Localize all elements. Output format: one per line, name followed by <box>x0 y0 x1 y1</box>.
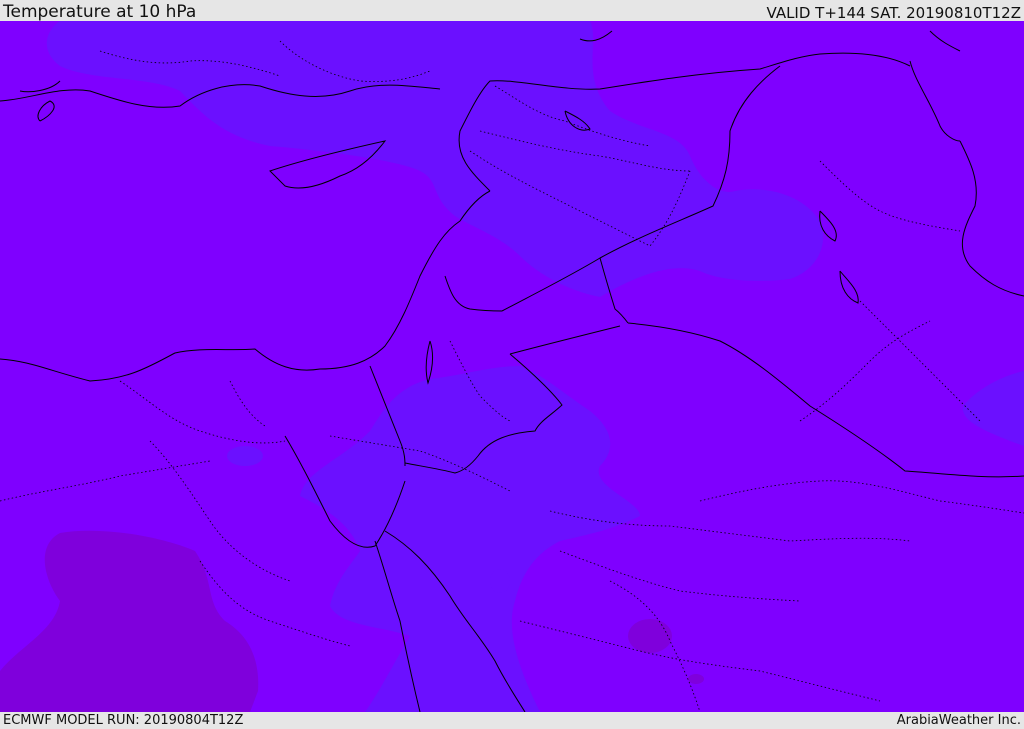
model-run: ECMWF MODEL RUN: 20190804T12Z <box>3 713 244 728</box>
field-warm-spot <box>628 619 672 653</box>
map-area[interactable] <box>0 21 1024 712</box>
field-cool-spot-red <box>490 569 510 593</box>
field-cool-spot-sinai <box>227 446 263 466</box>
credit: ArabiaWeather Inc. <box>896 713 1021 728</box>
field-warm-spot-small <box>688 674 704 684</box>
map-title: Temperature at 10 hPa <box>3 2 197 22</box>
header-bar: Temperature at 10 hPa VALID T+144 SAT. 2… <box>0 0 1024 21</box>
valid-time: VALID T+144 SAT. 20190810T12Z <box>766 4 1021 22</box>
footer-bar: ECMWF MODEL RUN: 20190804T12Z ArabiaWeat… <box>0 712 1024 729</box>
map-canvas <box>0 21 1024 712</box>
